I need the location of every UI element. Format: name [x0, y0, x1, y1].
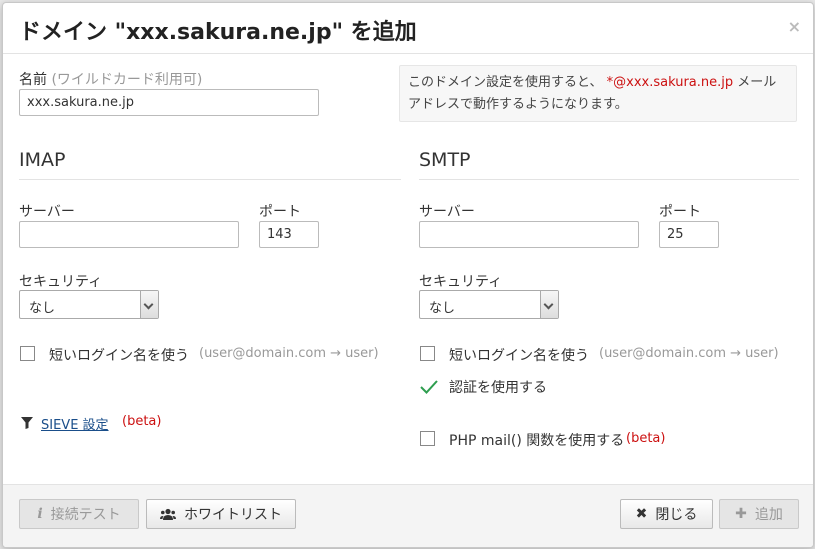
whitelist-button[interactable]: ホワイトリスト — [146, 499, 296, 529]
imap-divider — [19, 179, 401, 180]
smtp-short-login-checkbox[interactable] — [420, 346, 435, 361]
smtp-short-login-label: 短いログイン名を使う — [449, 348, 589, 364]
connection-test-button[interactable]: i 接続テスト — [19, 499, 139, 529]
smtp-security-select[interactable]: なし — [419, 290, 559, 319]
name-label: 名前 (ワイルドカード利用可) — [19, 69, 202, 89]
smtp-auth-label: 認証を使用する — [449, 380, 547, 396]
imap-port-input[interactable] — [259, 221, 319, 248]
close-icon[interactable]: × — [788, 17, 801, 36]
add-label: 追加 — [754, 507, 783, 523]
plus-icon: ✚ — [735, 506, 747, 522]
close-icon: ✖ — [635, 506, 648, 522]
dialog-title: ドメイン "xxx.sakura.ne.jp" を追加 — [19, 20, 417, 45]
imap-security-value: なし — [29, 301, 56, 316]
close-button[interactable]: ✖ 閉じる — [620, 499, 713, 529]
imap-short-login-label: 短いログイン名を使う — [49, 348, 189, 364]
chevron-down-icon — [140, 291, 158, 318]
add-button[interactable]: ✚ 追加 — [719, 499, 799, 529]
sieve-beta-badge: (beta) — [122, 414, 162, 429]
connection-test-label: 接続テスト — [50, 507, 121, 523]
smtp-security-label: セキュリティ — [419, 274, 503, 290]
imap-section-title: IMAP — [19, 149, 66, 171]
smtp-divider — [419, 179, 799, 180]
auth-checkmark-icon[interactable] — [419, 379, 439, 395]
dialog-footer: i 接続テスト ホワイトリスト ✖ 閉じる ✚ 追加 — [3, 484, 813, 547]
imap-server-label: サーバー — [19, 204, 75, 220]
domain-name-input[interactable] — [19, 89, 319, 116]
sieve-settings-link[interactable]: SIEVE 設定 — [41, 414, 109, 433]
note-text-before: このドメイン設定を使用すると、 — [408, 75, 603, 90]
smtp-server-label: サーバー — [419, 204, 475, 220]
php-mail-beta-badge: (beta) — [626, 431, 666, 446]
name-label-text: 名前 — [19, 72, 47, 88]
chevron-down-icon — [540, 291, 558, 318]
smtp-security-value: なし — [429, 301, 456, 316]
note-highlight: *@xxx.sakura.ne.jp — [606, 75, 734, 90]
add-domain-dialog: ドメイン "xxx.sakura.ne.jp" を追加 × 名前 (ワイルドカー… — [2, 2, 814, 548]
imap-security-label: セキュリティ — [19, 274, 103, 290]
smtp-server-input[interactable] — [419, 221, 639, 248]
whitelist-label: ホワイトリスト — [184, 507, 282, 523]
name-hint: (ワイルドカード利用可) — [51, 72, 203, 88]
imap-short-login-hint: (user@domain.com → user) — [199, 346, 379, 361]
php-mail-label: PHP mail() 関数を使用する — [449, 433, 625, 449]
imap-security-select[interactable]: なし — [19, 290, 159, 319]
domain-info-note: このドメイン設定を使用すると、 *@xxx.sakura.ne.jp メールアド… — [399, 65, 797, 122]
smtp-port-label: ポート — [659, 204, 701, 220]
imap-port-label: ポート — [259, 204, 301, 220]
smtp-short-login-hint: (user@domain.com → user) — [599, 346, 779, 361]
smtp-section-title: SMTP — [419, 149, 471, 171]
php-mail-checkbox[interactable] — [420, 431, 435, 446]
dialog-header: ドメイン "xxx.sakura.ne.jp" を追加 × — [3, 3, 813, 54]
close-label: 閉じる — [655, 507, 698, 523]
smtp-port-input[interactable] — [659, 221, 719, 248]
imap-short-login-checkbox[interactable] — [20, 346, 35, 361]
info-icon: i — [37, 506, 43, 522]
imap-server-input[interactable] — [19, 221, 239, 248]
users-icon — [160, 508, 176, 520]
filter-icon — [21, 417, 33, 429]
